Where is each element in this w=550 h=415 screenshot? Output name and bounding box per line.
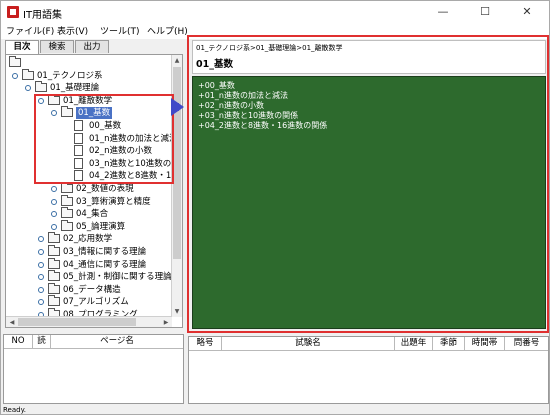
folder-icon [61, 207, 73, 219]
folder-icon [35, 81, 47, 93]
tree-item-label: 07_アルゴリズム [63, 297, 129, 308]
expand-toggle-icon[interactable] [38, 274, 44, 281]
folder-icon [61, 182, 73, 193]
column-header-page-name[interactable]: ページ名 [51, 335, 183, 349]
folder-icon [61, 194, 73, 206]
maximize-button[interactable]: ☐ [467, 1, 503, 23]
content-link[interactable]: +04_2進数と8進数・16進数の関係 [198, 120, 327, 131]
expand-toggle-icon[interactable] [51, 211, 57, 218]
close-button[interactable]: ✕ [509, 1, 545, 23]
tree-item-folder[interactable]: 02_応用数学 [6, 232, 182, 245]
column-header-time-slot[interactable]: 時間帯 [465, 337, 505, 351]
content-board: +00_基数 +01_n進数の加法と減法 +02_n進数の小数 +03_n進数と… [192, 76, 546, 329]
tree-item-label: 02_数値の表現 [76, 184, 134, 194]
tree-item-label: 04_通信に関する理論 [63, 259, 147, 270]
tree-item-label: 05_論理演算 [76, 221, 126, 232]
tree-item-label: 01_基礎理論 [50, 83, 100, 94]
tab-contents[interactable]: 目次 [5, 40, 39, 54]
scroll-down-icon[interactable]: ▼ [172, 307, 182, 316]
expand-toggle-icon[interactable] [38, 236, 44, 243]
arrow-right-icon [171, 98, 184, 116]
status-text: Ready. [3, 406, 26, 414]
tree-item-folder[interactable]: 01_基礎理論 [6, 81, 182, 94]
horizontal-scroll-thumb[interactable] [18, 318, 136, 326]
expand-toggle-icon[interactable] [12, 72, 18, 79]
navigation-panel: 目次 検索 出力 01_テクノロジ系 01_基礎理論 01_離散数学 01_基数 00_… [3, 39, 184, 329]
scroll-up-icon[interactable]: ▲ [172, 56, 182, 65]
expand-toggle-icon[interactable] [25, 85, 31, 92]
column-header-exam-name[interactable]: 試験名 [222, 337, 395, 351]
column-header-code[interactable]: 略号 [189, 337, 222, 351]
column-header-question-no[interactable]: 問番号 [505, 337, 548, 351]
page-list-table: NO 読 ページ名 [3, 334, 184, 404]
tree-item-label: 02_応用数学 [63, 234, 113, 245]
folder-icon [48, 257, 60, 269]
tree-item-folder[interactable]: 01_テクノロジ系 [6, 68, 182, 82]
tree-item-folder[interactable]: 07_アルゴリズム [6, 295, 182, 308]
folder-icon [9, 56, 21, 67]
tree-item-label: 05_計測・制御に関する理論 [63, 272, 172, 283]
minimize-button[interactable]: — [425, 1, 461, 23]
exam-list-table: 略号 試験名 出題年 季節 時間帯 問番号 [188, 336, 549, 404]
tree-item-folder[interactable]: 04_通信に関する理論 [6, 257, 182, 271]
breadcrumb[interactable]: 01_テクノロジ系>01_基礎理論>01_離散数学 [196, 43, 343, 53]
scroll-right-icon[interactable]: ▶ [161, 318, 171, 327]
expand-toggle-icon[interactable] [38, 299, 44, 306]
folder-icon [48, 270, 60, 282]
menu-help[interactable]: ヘルプ(H) [147, 24, 188, 37]
content-frame: 01_テクノロジ系>01_基礎理論>01_離散数学 01_基数 +00_基数 +… [187, 35, 549, 333]
app-window: IT用語集 — ☐ ✕ ファイル(F) 表示(V) ツール(T) ヘルプ(H) … [0, 0, 550, 415]
folder-icon [48, 282, 60, 294]
tree-horizontal-scrollbar[interactable]: ◀ ▶ [6, 316, 172, 327]
tree-item-label: 03_情報に関する理論 [63, 247, 147, 257]
menu-file[interactable]: ファイル(F) [6, 24, 54, 37]
folder-icon [61, 219, 73, 231]
expand-toggle-icon[interactable] [38, 286, 44, 293]
tab-output[interactable]: 出力 [75, 40, 109, 53]
column-header-no[interactable]: NO [4, 335, 33, 349]
column-header-reading[interactable]: 読 [33, 335, 51, 349]
tree-item-folder[interactable]: 03_情報に関する理論 [6, 245, 182, 258]
tree-item-folder[interactable]: 02_数値の表現 [6, 182, 182, 195]
tab-search[interactable]: 検索 [40, 40, 74, 53]
column-header-season[interactable]: 季節 [433, 337, 465, 351]
expand-toggle-icon[interactable] [38, 261, 44, 268]
highlight-frame-tree [34, 94, 174, 184]
tree-item-label: 04_集合 [76, 209, 109, 220]
folder-icon [48, 245, 60, 256]
tree-item-folder[interactable]: 03_算術演算と精度 [6, 194, 182, 208]
tree-item-folder[interactable]: 05_計測・制御に関する理論 [6, 270, 182, 283]
tree-item-folder[interactable] [6, 56, 182, 69]
expand-toggle-icon[interactable] [51, 186, 57, 192]
title-bar: IT用語集 — ☐ ✕ [1, 1, 549, 23]
tree-item-folder[interactable]: 06_データ構造 [6, 282, 182, 296]
folder-icon [48, 295, 60, 307]
expand-toggle-icon[interactable] [38, 249, 44, 255]
folder-icon [48, 232, 60, 244]
status-bar: Ready. [1, 405, 549, 415]
scroll-left-icon[interactable]: ◀ [7, 318, 17, 327]
expand-toggle-icon[interactable] [51, 198, 57, 205]
window-title: IT用語集 [23, 10, 63, 21]
app-logo-icon [7, 6, 19, 18]
content-header: 01_テクノロジ系>01_基礎理論>01_離散数学 01_基数 [192, 40, 546, 74]
menu-view[interactable]: 表示(V) [57, 24, 88, 37]
tree-item-folder[interactable]: 05_論理演算 [6, 219, 182, 233]
tree-item-label: 06_データ構造 [63, 284, 121, 295]
vertical-scroll-thumb[interactable] [173, 67, 181, 259]
expand-toggle-icon[interactable] [51, 223, 57, 230]
column-header-year[interactable]: 出題年 [395, 337, 433, 351]
tree-item-label: 01_テクノロジ系 [37, 70, 103, 81]
tree-item-folder[interactable]: 04_集合 [6, 207, 182, 220]
folder-icon [22, 68, 34, 80]
page-title: 01_基数 [196, 59, 233, 70]
tree-item-label: 03_算術演算と精度 [76, 196, 151, 207]
menu-tools[interactable]: ツール(T) [100, 24, 140, 37]
